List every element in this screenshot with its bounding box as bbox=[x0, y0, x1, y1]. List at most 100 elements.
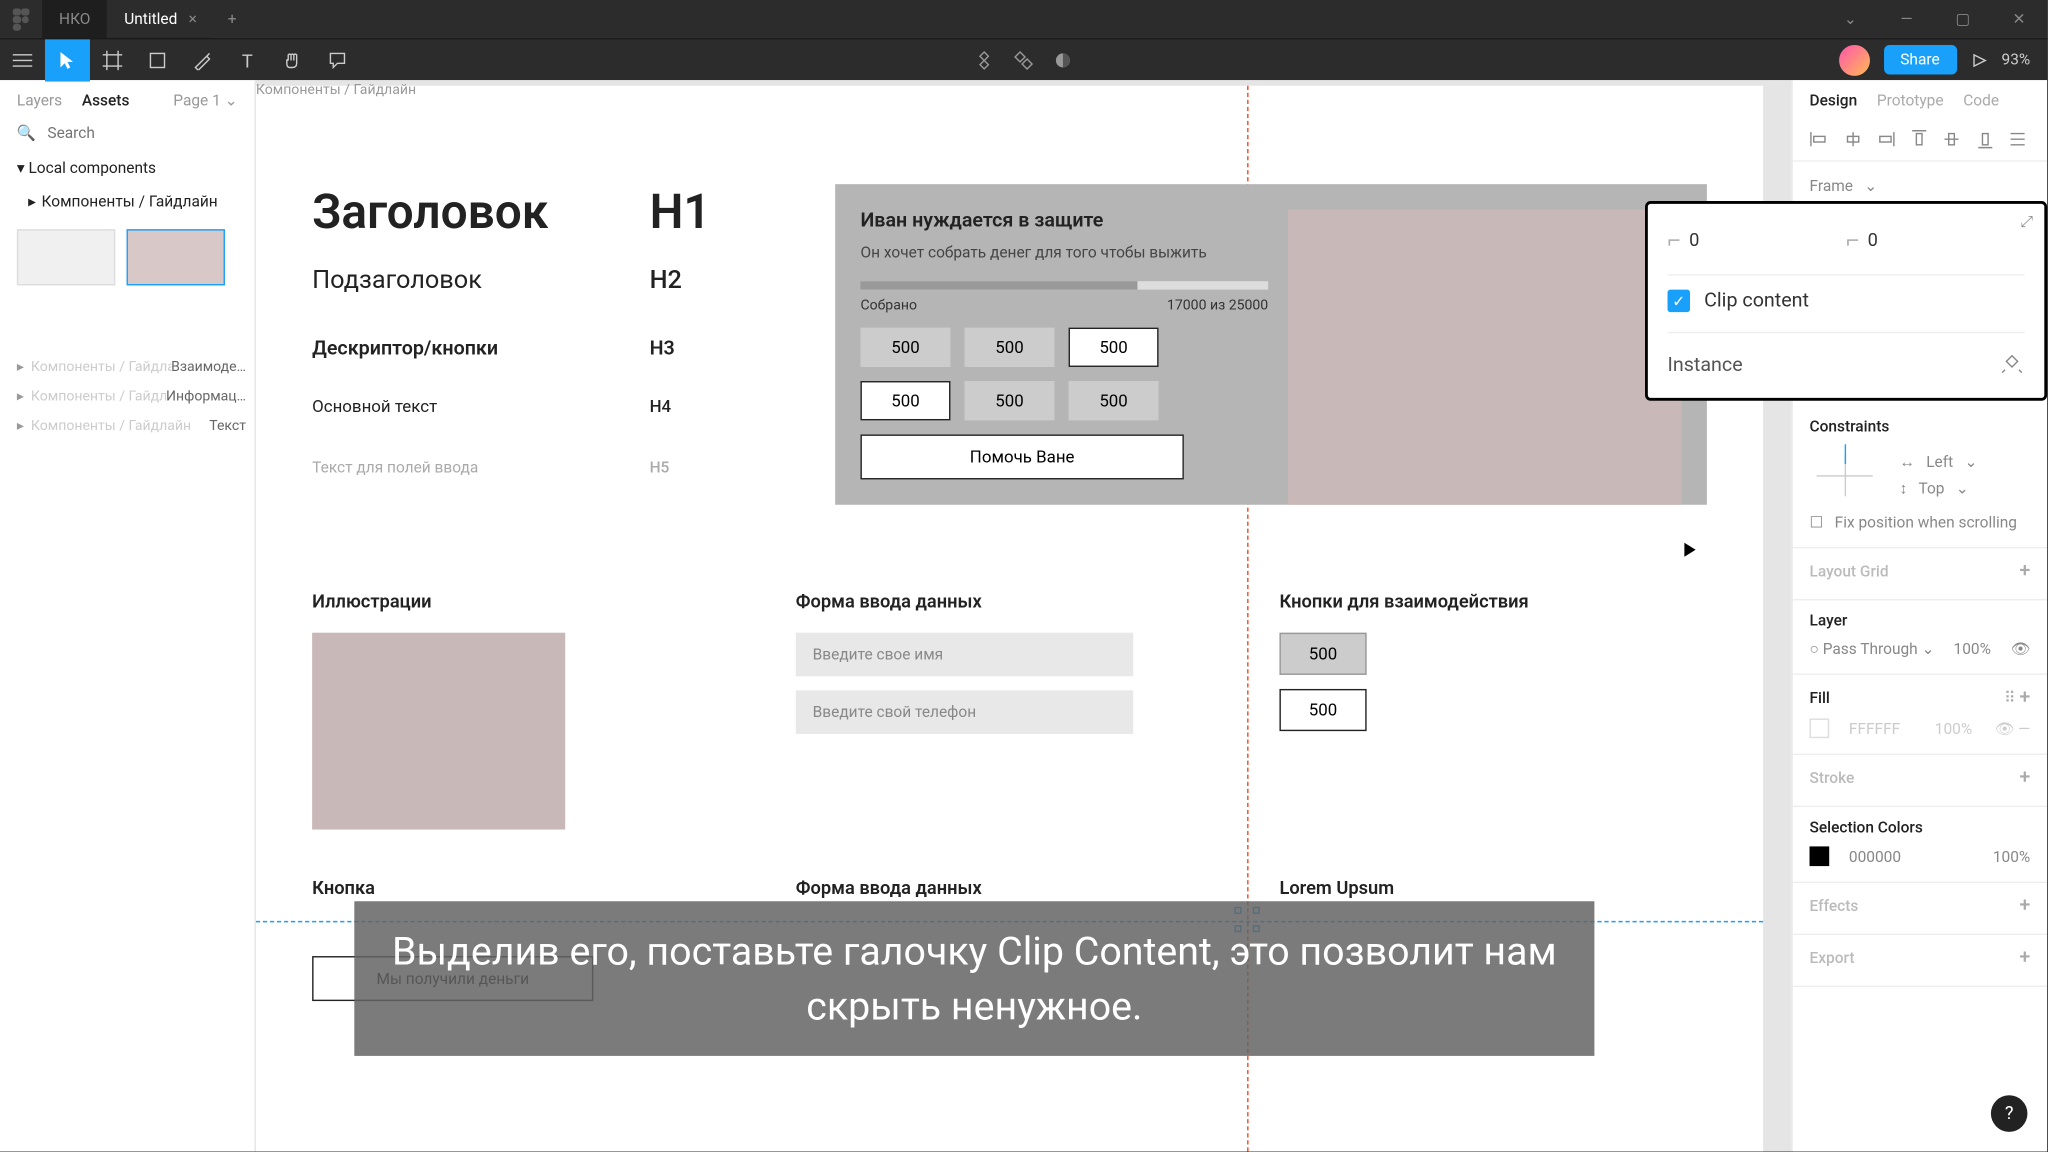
add-icon[interactable]: + bbox=[2019, 686, 2030, 708]
amount-button[interactable]: 500 bbox=[965, 328, 1055, 367]
move-tool[interactable] bbox=[45, 39, 90, 81]
avatar[interactable] bbox=[1838, 44, 1869, 75]
collected-label: Собрано bbox=[860, 298, 917, 313]
close-icon[interactable]: ✕ bbox=[1991, 0, 2047, 38]
instance-label: Instance bbox=[1668, 354, 1743, 376]
interaction-button[interactable]: 500 bbox=[1279, 689, 1366, 731]
visibility-icon[interactable]: 👁 bbox=[2011, 640, 2031, 658]
h2-label: Подзаголовок bbox=[312, 266, 649, 296]
help-button[interactable]: ? bbox=[1991, 1095, 2028, 1132]
chevron-down-icon[interactable]: ⌄ bbox=[1822, 0, 1878, 38]
tab-inactive[interactable]: НКО bbox=[42, 0, 107, 38]
canvas[interactable]: Компоненты / Гайдлайн ЗаголовокH1 Подзаг… bbox=[256, 80, 1791, 1151]
component-icon[interactable] bbox=[974, 50, 994, 70]
progress-text: 17000 из 25000 bbox=[1167, 298, 1268, 313]
text-tool[interactable]: T bbox=[225, 39, 270, 81]
phone-input[interactable]: Введите свой телефон bbox=[796, 690, 1133, 734]
fill-header: Fill bbox=[1810, 688, 1830, 706]
component-item[interactable]: ▸ Компоненты / Гайдлайн bbox=[0, 186, 254, 218]
layer-row[interactable]: ▸Компоненты / ГайдлайнТекст bbox=[0, 412, 254, 442]
clip-content-label: Clip content bbox=[1704, 290, 1809, 312]
h2-tag: H2 bbox=[650, 266, 682, 296]
tab-code[interactable]: Code bbox=[1963, 91, 1999, 109]
component-thumb-active[interactable] bbox=[127, 229, 225, 285]
shape-tool[interactable] bbox=[135, 39, 180, 81]
section-illustrations: Иллюстрации bbox=[312, 592, 739, 613]
constraint-v[interactable]: ↕ Top ⌄ bbox=[1900, 475, 1978, 502]
rotation-value[interactable]: 0 bbox=[1689, 230, 1699, 251]
layer-row[interactable]: ▸Компоненты / ГайдлайнВзаимоде… bbox=[0, 353, 254, 383]
amount-button[interactable]: 500 bbox=[1069, 328, 1159, 367]
fix-position-checkbox[interactable]: ☐ Fix position when scrolling bbox=[1810, 509, 2031, 536]
interaction-button[interactable]: 500 bbox=[1279, 633, 1366, 675]
blend-mode[interactable]: ○ Pass Through ⌄ bbox=[1810, 640, 1935, 658]
tab-active[interactable]: Untitled× bbox=[107, 0, 213, 38]
hand-tool[interactable] bbox=[270, 39, 315, 81]
align-hcenter-icon[interactable] bbox=[1843, 129, 1865, 151]
menu-icon[interactable] bbox=[0, 39, 45, 81]
progress-bar bbox=[860, 281, 1268, 289]
tab-design[interactable]: Design bbox=[1810, 91, 1858, 109]
align-left-icon[interactable] bbox=[1810, 129, 1832, 151]
close-icon[interactable]: × bbox=[189, 10, 197, 28]
zoom-level[interactable]: 93% bbox=[2002, 51, 2031, 69]
add-tab-button[interactable]: + bbox=[214, 10, 251, 28]
amount-button[interactable]: 500 bbox=[965, 381, 1055, 420]
frame-type[interactable]: Frame ⌄ bbox=[1810, 173, 2031, 200]
section-buttons: Кнопки для взаимодействия bbox=[1279, 592, 1706, 613]
maximize-icon[interactable]: ▢ bbox=[1935, 0, 1991, 38]
amount-button[interactable]: 500 bbox=[1069, 381, 1159, 420]
amount-button[interactable]: 500 bbox=[860, 381, 950, 420]
boolean-icon[interactable] bbox=[1053, 50, 1073, 70]
clip-content-checkbox[interactable]: ✓ bbox=[1668, 290, 1690, 312]
sel-color-hex[interactable]: 000000 bbox=[1849, 847, 1901, 865]
amount-button[interactable]: 500 bbox=[860, 328, 950, 367]
donation-card: Иван нуждается в защите Он хочет собрать… bbox=[835, 184, 1707, 505]
h5-tag: H5 bbox=[650, 458, 670, 476]
page-selector[interactable]: Page 1 ⌄ bbox=[173, 91, 237, 109]
local-components-header[interactable]: ▾ Local components bbox=[0, 150, 254, 185]
search-icon: 🔍 bbox=[17, 124, 36, 142]
name-input[interactable]: Введите свое имя bbox=[796, 633, 1133, 677]
fill-hex[interactable]: FFFFFF bbox=[1849, 719, 1900, 737]
opacity-input[interactable]: 100% bbox=[1954, 640, 1991, 658]
help-button[interactable]: Помочь Ване bbox=[860, 434, 1183, 479]
component-thumb[interactable] bbox=[17, 229, 115, 285]
add-icon[interactable]: + bbox=[2019, 946, 2030, 968]
style-icon[interactable]: ⠿ bbox=[2004, 689, 2015, 707]
constraints-widget[interactable] bbox=[1810, 447, 1880, 503]
add-icon[interactable]: + bbox=[2019, 894, 2030, 916]
align-right-icon[interactable] bbox=[1876, 129, 1898, 151]
mask-icon[interactable] bbox=[1014, 50, 1034, 70]
h3-tag: H3 bbox=[650, 337, 675, 359]
pen-tool[interactable] bbox=[180, 39, 225, 81]
distribute-icon[interactable] bbox=[2008, 129, 2030, 151]
tab-assets[interactable]: Assets bbox=[82, 91, 130, 109]
h1-tag: H1 bbox=[650, 184, 711, 240]
align-vcenter-icon[interactable] bbox=[1942, 129, 1964, 151]
detach-instance-icon[interactable] bbox=[1999, 353, 2024, 378]
minimize-icon[interactable]: — bbox=[1878, 0, 1934, 38]
share-button[interactable]: Share bbox=[1883, 45, 1956, 75]
card-image-placeholder bbox=[1288, 209, 1682, 504]
h3-label: Дескриптор/кнопки bbox=[312, 337, 649, 359]
figma-logo[interactable] bbox=[0, 8, 42, 30]
present-icon[interactable] bbox=[1971, 51, 1988, 68]
radius-value[interactable]: 0 bbox=[1868, 230, 1878, 251]
expand-icon[interactable]: ⤢ bbox=[2021, 212, 2033, 232]
layer-row[interactable]: ▸Компоненты / ГайдлайнИнформац… bbox=[0, 382, 254, 412]
search-input[interactable] bbox=[47, 124, 244, 142]
tab-layers[interactable]: Layers bbox=[17, 91, 62, 109]
svg-text:T: T bbox=[242, 51, 253, 68]
h4-tag: H4 bbox=[650, 396, 672, 416]
align-top-icon[interactable] bbox=[1909, 129, 1931, 151]
align-bottom-icon[interactable] bbox=[1975, 129, 1997, 151]
tab-prototype[interactable]: Prototype bbox=[1877, 91, 1944, 109]
comment-tool[interactable] bbox=[315, 39, 360, 81]
constraint-h[interactable]: ↔ Left ⌄ bbox=[1900, 449, 1978, 476]
add-icon[interactable]: + bbox=[2019, 766, 2030, 788]
titlebar: НКО Untitled× + ⌄ — ▢ ✕ bbox=[0, 0, 2047, 38]
frame-tool[interactable] bbox=[90, 39, 135, 81]
add-icon[interactable]: + bbox=[2019, 560, 2030, 582]
cursor-icon bbox=[1684, 543, 1695, 557]
